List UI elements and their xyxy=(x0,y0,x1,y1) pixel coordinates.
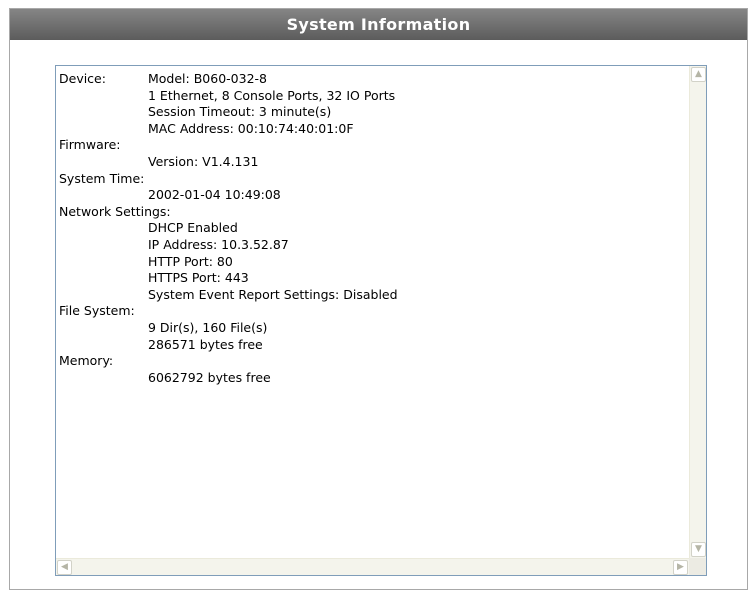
network-https-port: HTTPS Port: 443 xyxy=(148,270,249,286)
info-line: IP Address: 10.3.52.87 xyxy=(59,237,689,254)
system-time-value: 2002-01-04 10:49:08 xyxy=(148,187,281,203)
info-line: Network Settings: xyxy=(59,204,689,221)
scroll-left-arrow-icon[interactable]: ◀ xyxy=(57,560,72,575)
scroll-right-arrow-icon[interactable]: ▶ xyxy=(673,560,688,575)
info-line: 9 Dir(s), 160 File(s) xyxy=(59,320,689,337)
network-settings-label: Network Settings: xyxy=(59,203,171,219)
file-system-free: 286571 bytes free xyxy=(148,336,263,352)
device-label: Device: xyxy=(59,71,106,86)
file-system-counts: 9 Dir(s), 160 File(s) xyxy=(148,319,268,335)
device-mac-address: MAC Address: 00:10:74:40:01:0F xyxy=(148,120,354,136)
horizontal-scrollbar[interactable]: ◀ ▶ xyxy=(56,558,689,575)
info-line: DHCP Enabled xyxy=(59,220,689,237)
info-line: 2002-01-04 10:49:08 xyxy=(59,187,689,204)
panel-title: System Information xyxy=(10,9,747,40)
system-info-text: Device: Model: B060-032-8 1 Ethernet, 8 … xyxy=(56,66,689,558)
network-event-report: System Event Report Settings: Disabled xyxy=(148,286,398,302)
firmware-label: Firmware: xyxy=(59,137,121,153)
info-line: Device: Model: B060-032-8 xyxy=(59,71,689,88)
device-model: Model: B060-032-8 xyxy=(148,71,267,86)
info-line: 286571 bytes free xyxy=(59,337,689,354)
device-session-timeout: Session Timeout: 3 minute(s) xyxy=(148,104,332,120)
vertical-scrollbar[interactable]: ▲ ▼ xyxy=(689,66,706,558)
network-http-port: HTTP Port: 80 xyxy=(148,253,233,269)
info-line: Session Timeout: 3 minute(s) xyxy=(59,104,689,121)
system-time-label: System Time: xyxy=(59,170,145,186)
scroll-down-arrow-icon[interactable]: ▼ xyxy=(691,542,706,557)
info-line: File System: xyxy=(59,303,689,320)
info-line: HTTP Port: 80 xyxy=(59,254,689,271)
memory-free: 6062792 bytes free xyxy=(148,369,271,385)
info-line: System Event Report Settings: Disabled xyxy=(59,287,689,304)
memory-label: Memory: xyxy=(59,353,114,369)
system-info-textarea[interactable]: Device: Model: B060-032-8 1 Ethernet, 8 … xyxy=(55,65,707,576)
info-line: Firmware: xyxy=(59,137,689,154)
device-ports: 1 Ethernet, 8 Console Ports, 32 IO Ports xyxy=(148,87,396,103)
info-line: MAC Address: 00:10:74:40:01:0F xyxy=(59,121,689,138)
file-system-label: File System: xyxy=(59,303,135,319)
info-line: HTTPS Port: 443 xyxy=(59,270,689,287)
info-line: 6062792 bytes free xyxy=(59,370,689,387)
info-line: Version: V1.4.131 xyxy=(59,154,689,171)
info-line: System Time: xyxy=(59,171,689,188)
network-ip-address: IP Address: 10.3.52.87 xyxy=(148,236,289,252)
scrollbar-corner xyxy=(689,558,706,575)
system-information-panel: System Information Device: Model: B060-0… xyxy=(9,8,748,590)
scroll-up-arrow-icon[interactable]: ▲ xyxy=(691,67,706,82)
network-dhcp: DHCP Enabled xyxy=(148,220,238,236)
info-line: 1 Ethernet, 8 Console Ports, 32 IO Ports xyxy=(59,88,689,105)
firmware-version: Version: V1.4.131 xyxy=(148,153,259,169)
info-line: Memory: xyxy=(59,353,689,370)
